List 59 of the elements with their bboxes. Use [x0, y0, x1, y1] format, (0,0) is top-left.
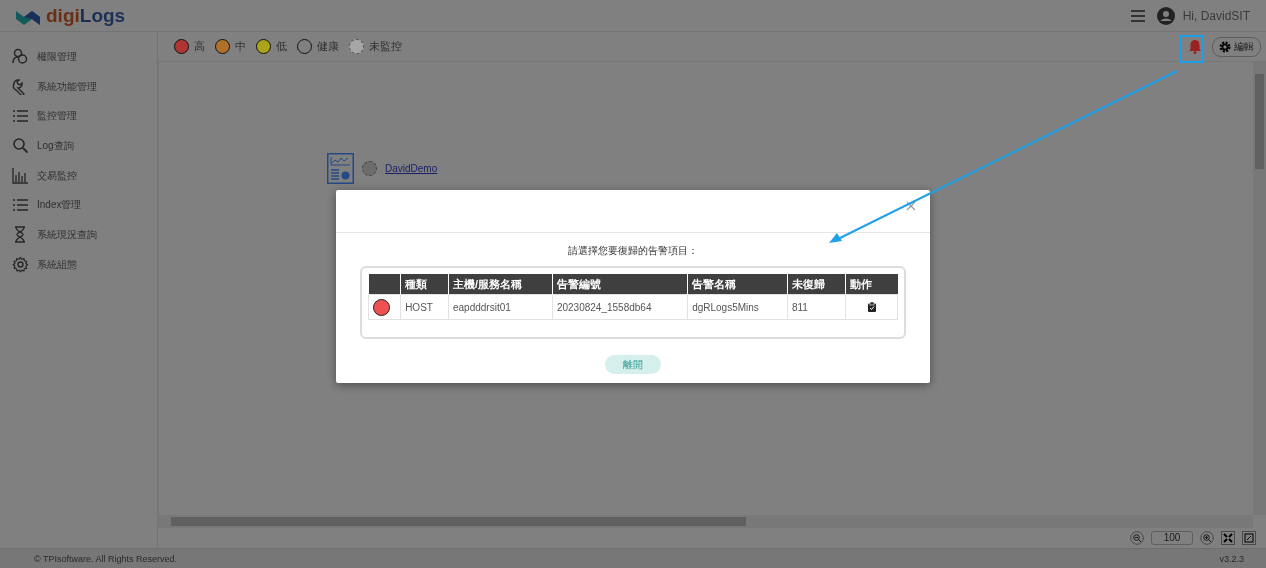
list-icon [12, 196, 29, 214]
logo-text: digi [46, 4, 80, 26]
node-status-dot [362, 161, 377, 176]
user-avatar-icon[interactable] [1156, 6, 1175, 25]
table-row[interactable]: HOST eapdddrsit01 20230824_1558db64 dgRLogs5Mins 811 [368, 294, 898, 320]
users-icon [12, 48, 29, 66]
legend-label: 健康 [317, 39, 339, 54]
list-icon [12, 107, 29, 125]
zoom-level-field[interactable]: 100 [1151, 531, 1193, 545]
node-link[interactable]: DavidDemo [385, 163, 438, 174]
zoom-out-icon[interactable] [1130, 531, 1144, 545]
sidebar-item[interactable]: 系統現況查詢 [0, 220, 157, 250]
close-dialog-button[interactable]: 離開 [605, 355, 661, 374]
vertical-scrollbar[interactable] [1253, 62, 1266, 515]
column-header: 告警編號 [552, 274, 688, 295]
legend-label: 未監控 [369, 39, 402, 54]
sidebar-item[interactable]: 系統功能管理 [0, 71, 157, 102]
close-button[interactable] [906, 201, 916, 211]
sidebar-item[interactable]: 權限管理 [0, 42, 157, 72]
scrollbar-thumb[interactable] [171, 517, 746, 526]
legend-label: 低 [276, 39, 287, 54]
settings-icon [1219, 40, 1231, 53]
table-cell: 20230824_1558db64 [552, 294, 688, 320]
table-cell: HOST [400, 294, 449, 320]
column-header: 主機/服務名稱 [448, 274, 553, 295]
column-header: 未復歸 [787, 274, 846, 295]
table-cell: 811 [787, 294, 846, 320]
table-cell: eapdddrsit01 [448, 294, 553, 320]
fit-screen-icon[interactable] [1221, 531, 1235, 545]
logo-text: Logs [79, 4, 126, 26]
user-greeting: Hi, DavidSIT [1182, 8, 1250, 23]
close-icon [906, 201, 916, 211]
modal-prompt: 請選擇您要復歸的告警項目： [568, 244, 698, 258]
clipboard-check-icon[interactable] [867, 302, 876, 312]
legend-label: 中 [235, 39, 246, 54]
settings-icon [12, 256, 29, 274]
column-header: 告警名稱 [687, 274, 788, 295]
zoom-in-icon[interactable] [1200, 531, 1214, 545]
highlight-frame [1180, 35, 1203, 63]
sidebar-item[interactable]: Index管理 [0, 190, 157, 221]
table-cell: dgRLogs5Mins [687, 294, 788, 320]
scrollbar-thumb[interactable] [1255, 74, 1264, 169]
dashboard-report-icon[interactable] [327, 153, 354, 184]
legend-label: 高 [194, 39, 205, 54]
bar-chart-icon [12, 167, 29, 185]
horizontal-scrollbar[interactable] [159, 515, 1253, 528]
copyright-text: © TPIsoftware. All Rights Reserved. [34, 553, 178, 564]
column-header: 種類 [400, 274, 449, 295]
sidebar-item[interactable]: Log查詢 [0, 131, 157, 161]
fullscreen-icon[interactable] [1242, 531, 1256, 545]
column-header: 動作 [845, 274, 898, 295]
bell-icon[interactable] [1188, 39, 1202, 54]
sidebar-item[interactable]: 系統組態 [0, 249, 157, 280]
version-text: v3.2.3 [1219, 553, 1244, 564]
menu-icon[interactable] [1130, 9, 1145, 22]
edit-button[interactable]: 編輯 [1212, 36, 1261, 57]
sidebar-item[interactable]: 監控管理 [0, 101, 157, 132]
sidebar-item[interactable]: 交易監控 [0, 160, 157, 191]
search-icon [12, 137, 29, 155]
